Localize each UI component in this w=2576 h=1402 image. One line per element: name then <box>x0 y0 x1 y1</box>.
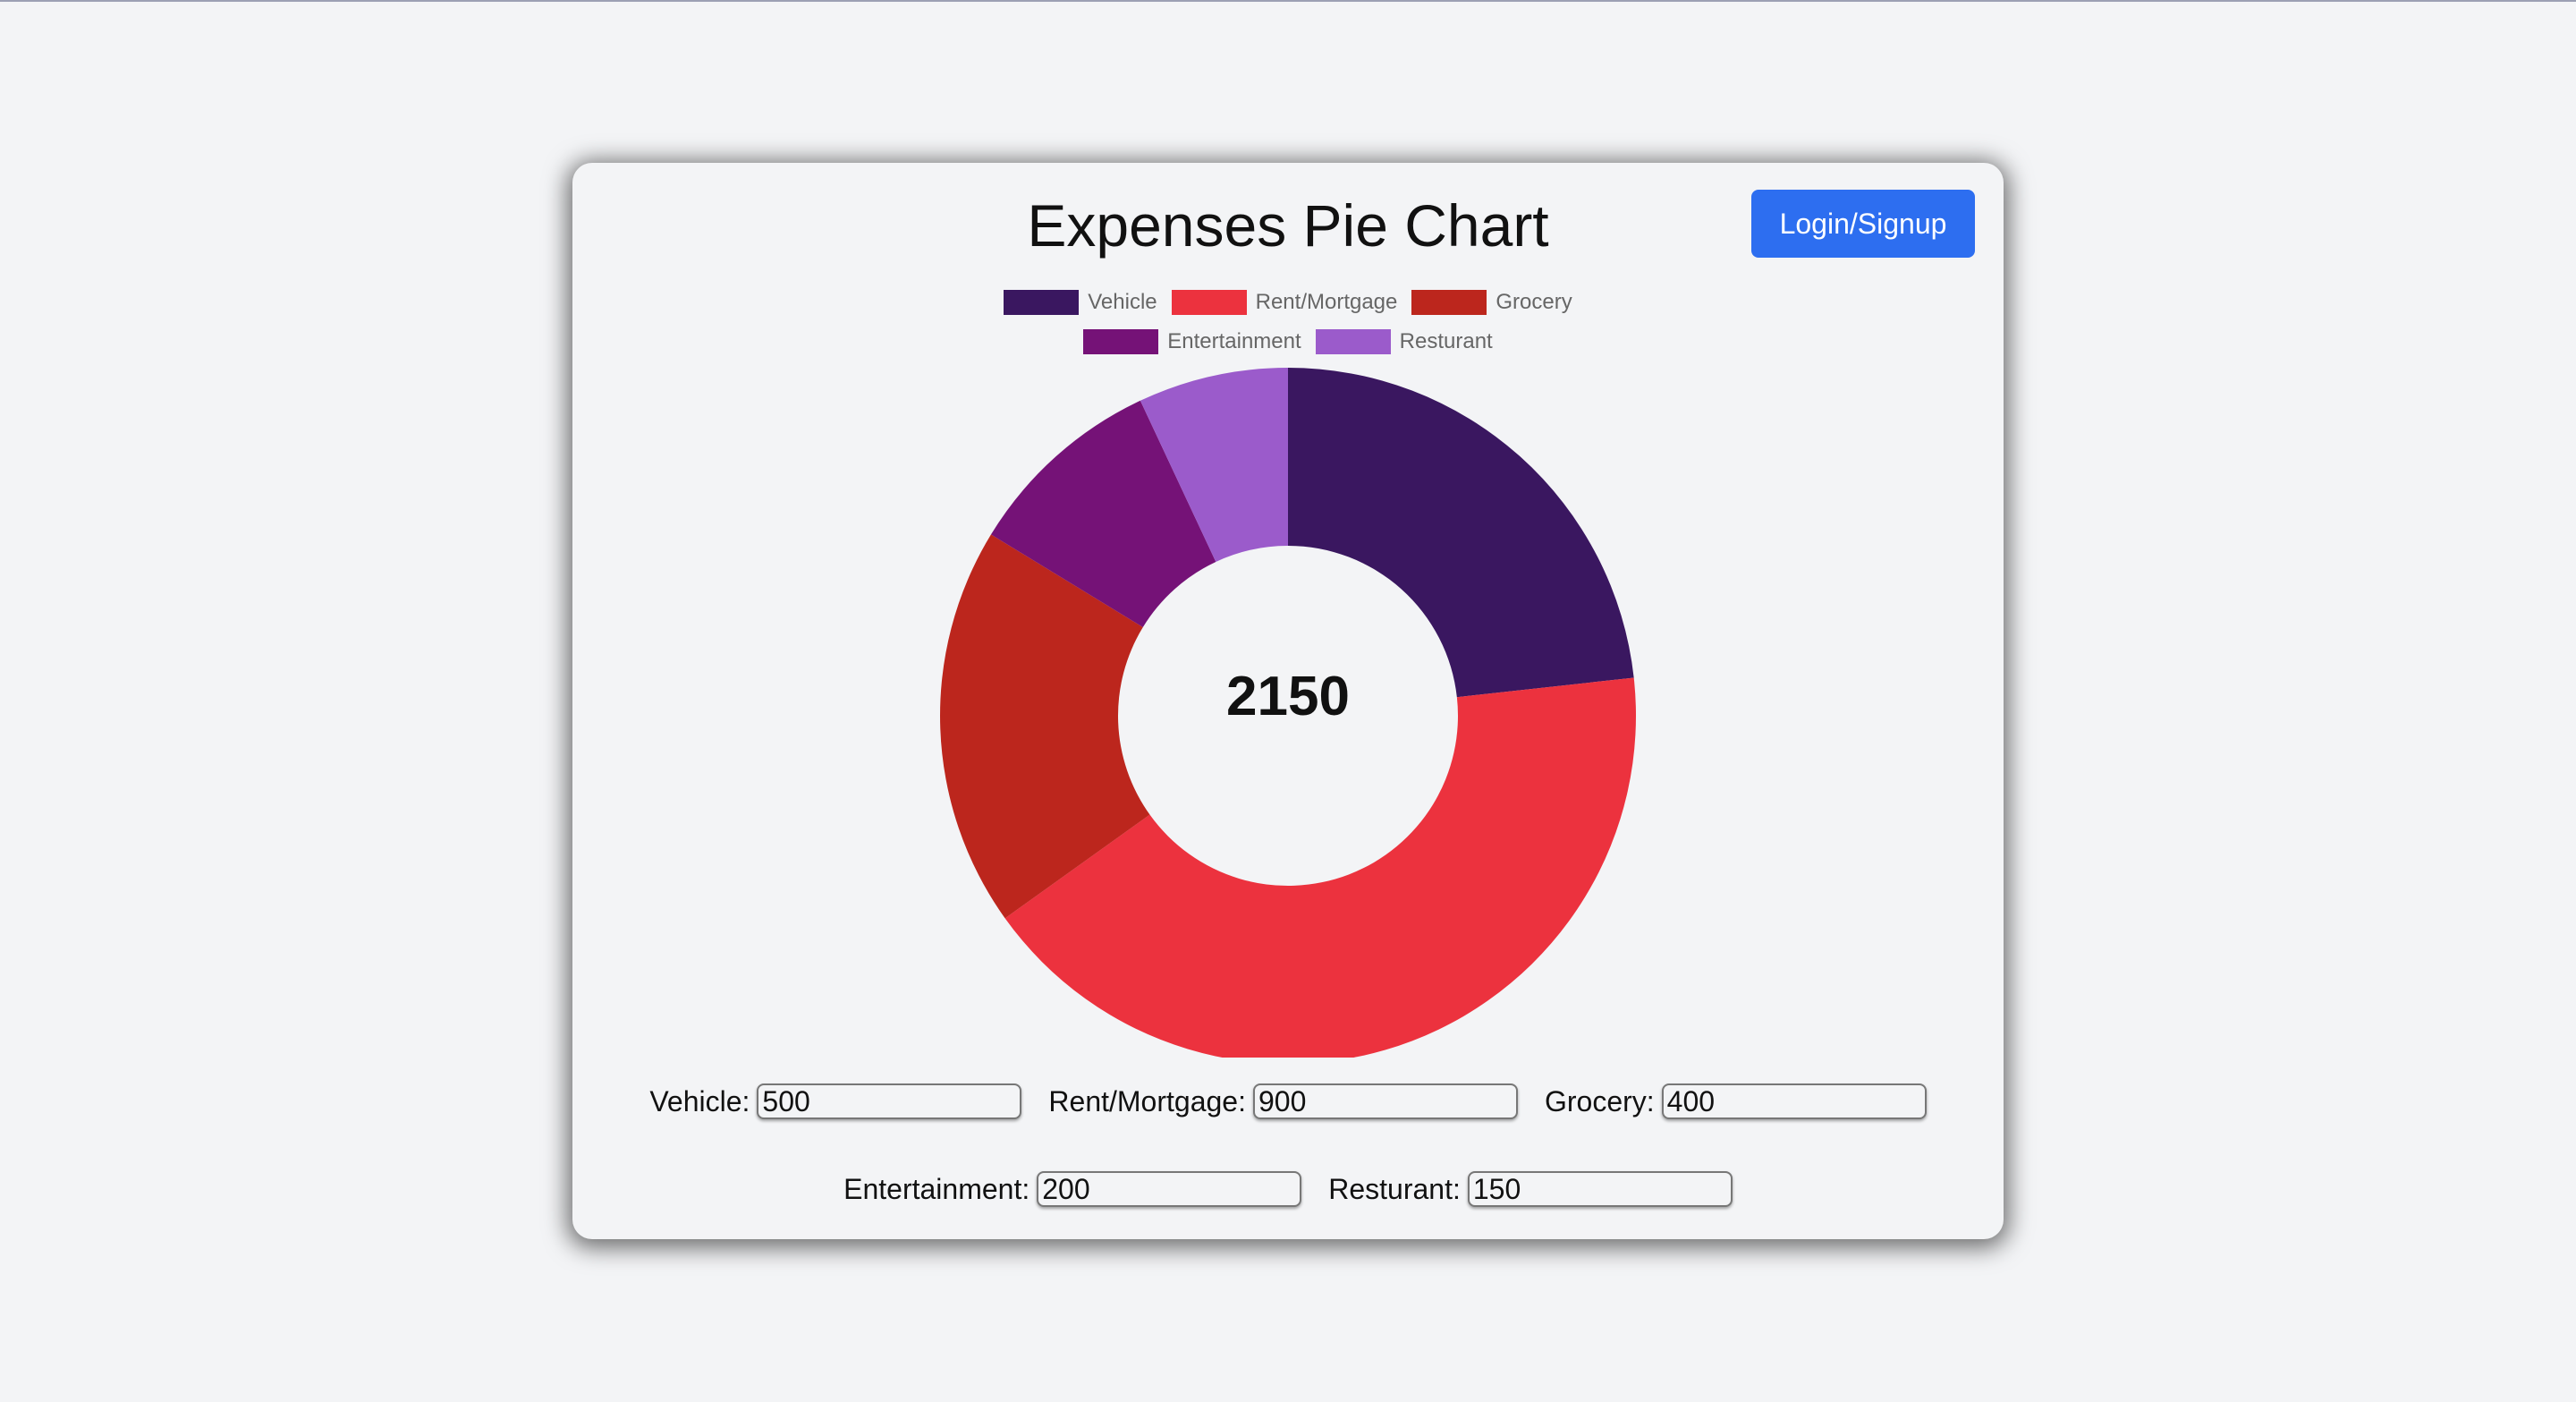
field-resturant: Resturant: <box>1328 1171 1733 1207</box>
entertainment-input[interactable] <box>1037 1171 1302 1207</box>
donut-chart: 2150 <box>940 368 1636 1058</box>
grocery-input[interactable] <box>1661 1083 1927 1119</box>
field-grocery: Grocery: <box>1545 1083 1927 1119</box>
grocery-field-label: Grocery: <box>1544 1084 1655 1117</box>
field-rent-mortgage: Rent/Mortgage: <box>1048 1083 1518 1119</box>
vehicle-input[interactable] <box>757 1083 1022 1119</box>
field-entertainment: Entertainment: <box>843 1171 1302 1207</box>
vehicle-field-label: Vehicle: <box>649 1084 750 1117</box>
rent-mortgage-field-label: Rent/Mortgage: <box>1048 1084 1246 1117</box>
chart-card: Expenses Pie Chart Login/Signup Vehicle … <box>572 163 2004 1239</box>
top-border <box>0 0 2576 2</box>
resturant-field-label: Resturant: <box>1328 1172 1461 1205</box>
rent-mortgage-input[interactable] <box>1252 1083 1518 1119</box>
donut-slice-vehicle[interactable] <box>1288 368 1634 698</box>
entertainment-field-label: Entertainment: <box>843 1172 1030 1205</box>
resturant-input[interactable] <box>1467 1171 1733 1207</box>
field-vehicle: Vehicle: <box>649 1083 1022 1119</box>
donut-center-total: 2150 <box>1226 666 1350 727</box>
fields-row-2: Entertainment: Resturant: <box>572 1171 2004 1207</box>
fields-row-1: Vehicle: Rent/Mortgage: Grocery: <box>572 1083 2004 1119</box>
